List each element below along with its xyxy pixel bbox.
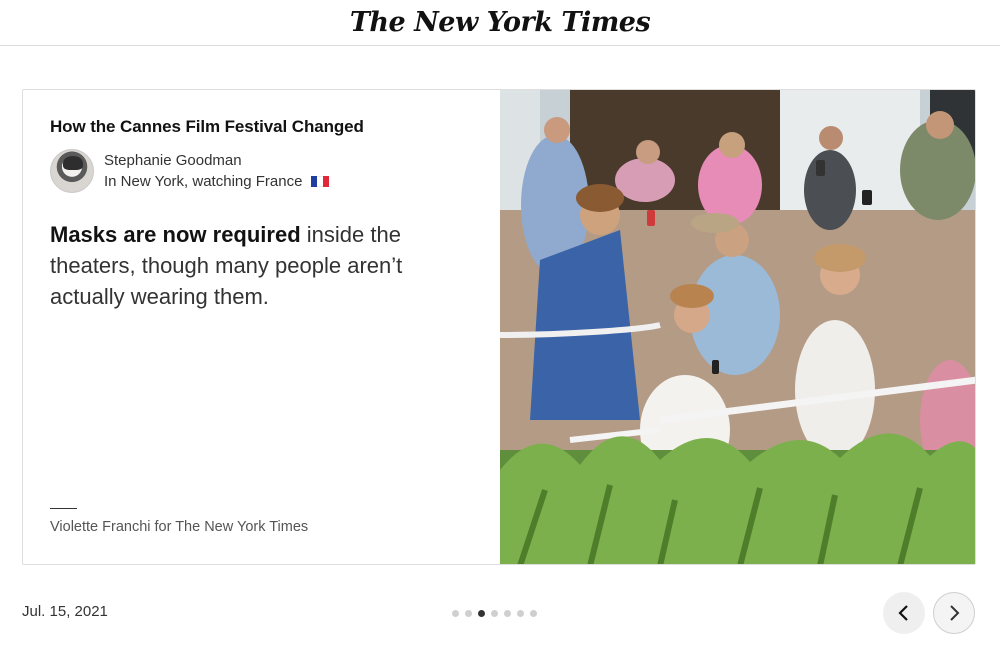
slide-body-bold: Masks are now required — [50, 222, 301, 247]
credit-divider — [50, 508, 77, 509]
slide-title: How the Cannes Film Festival Changed — [50, 117, 364, 136]
author-name: Stephanie Goodman — [104, 152, 242, 169]
author-avatar — [50, 149, 94, 193]
masthead: The New York Times — [0, 0, 1000, 46]
chevron-right-icon — [950, 605, 960, 621]
chevron-left-icon — [898, 605, 908, 621]
slide-photo — [500, 90, 975, 564]
next-slide-button[interactable] — [933, 592, 975, 634]
byline-text: Stephanie Goodman In New York, watching … — [104, 150, 329, 192]
crowd-photo-illustration — [500, 90, 975, 564]
france-flag-icon — [310, 176, 329, 187]
slide-dot-2[interactable] — [465, 610, 472, 617]
byline: Stephanie Goodman In New York, watching … — [50, 149, 500, 193]
slide-pagination — [452, 610, 537, 617]
slide-dot-4[interactable] — [491, 610, 498, 617]
author-location-row: In New York, watching France — [104, 171, 329, 192]
slide-dot-6[interactable] — [517, 610, 524, 617]
author-location: In New York, watching France — [104, 173, 303, 190]
nyt-logo[interactable]: The New York Times — [350, 7, 651, 38]
slide-dot-5[interactable] — [504, 610, 511, 617]
slide-body: Masks are now required inside the theate… — [50, 219, 450, 312]
publish-date: Jul. 15, 2021 — [22, 603, 108, 620]
slide-dot-7[interactable] — [530, 610, 537, 617]
previous-slide-button[interactable] — [883, 592, 925, 634]
slide-card: How the Cannes Film Festival Changed Ste… — [22, 89, 976, 565]
photo-credit: Violette Franchi for The New York Times — [50, 519, 309, 535]
slide-text-panel: How the Cannes Film Festival Changed Ste… — [23, 90, 500, 564]
slide-dot-1[interactable] — [452, 610, 459, 617]
slide-dot-3[interactable] — [478, 610, 485, 617]
